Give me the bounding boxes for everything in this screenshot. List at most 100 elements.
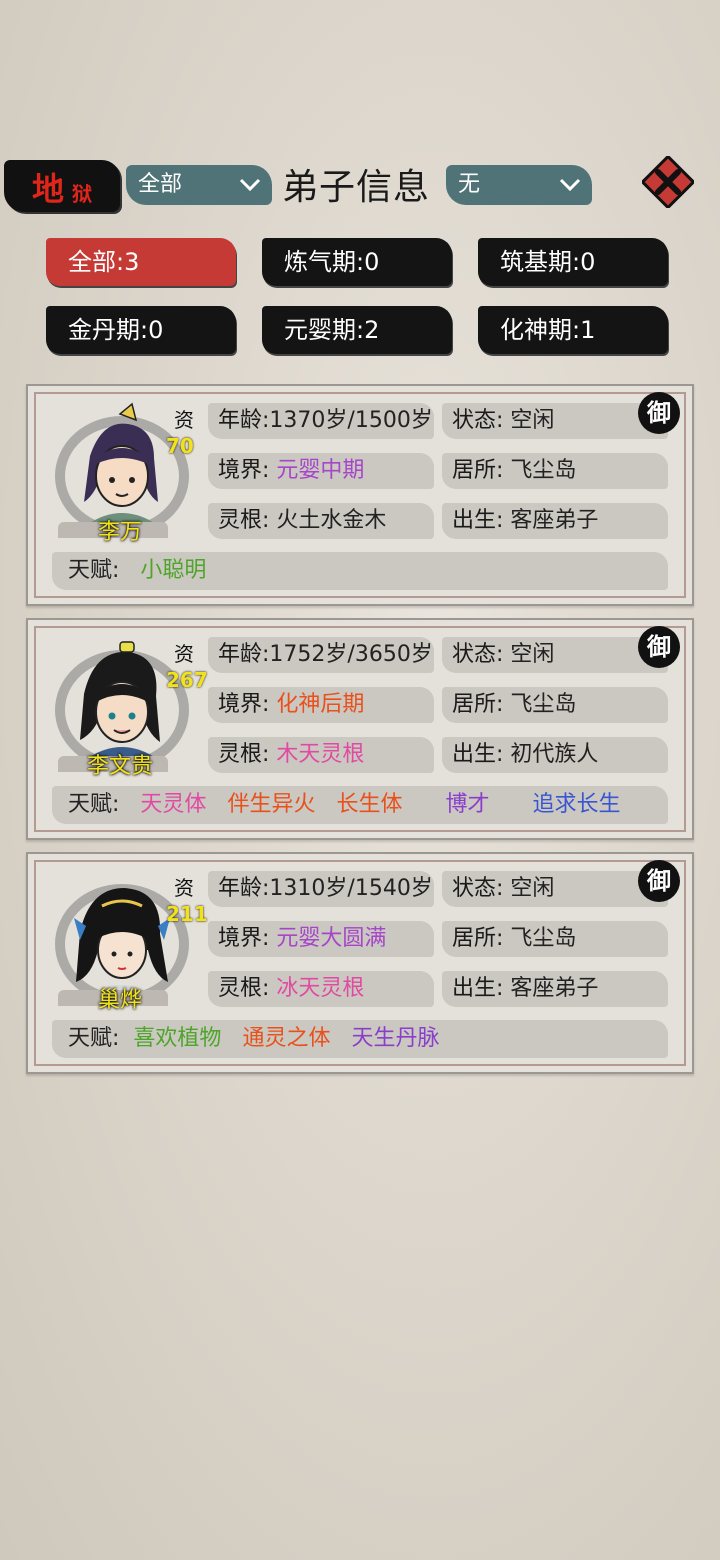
seal-text: 御 bbox=[646, 633, 671, 661]
status-field: 状态: 空闲 bbox=[442, 637, 668, 673]
origin-field: 出生: 客座弟子 bbox=[442, 503, 668, 539]
status-label: 状态: bbox=[452, 642, 504, 667]
talent-tag[interactable]: 通灵之体 bbox=[242, 1026, 330, 1051]
category-filter-dropdown[interactable]: 全部 bbox=[126, 165, 272, 205]
aptitude-value: 70 bbox=[166, 434, 194, 458]
age-field: 年龄:1752岁/3650岁 bbox=[208, 637, 434, 673]
origin-value: 初代族人 bbox=[510, 742, 599, 767]
realm-field: 境界: 元婴中期 bbox=[208, 453, 434, 489]
talent-bar: 天赋: 小聪明 bbox=[52, 552, 668, 590]
status-label: 状态: bbox=[452, 408, 504, 433]
difficulty-big-text: 地 bbox=[32, 170, 65, 208]
aptitude-value: 211 bbox=[166, 902, 208, 926]
seal-icon[interactable]: 御 bbox=[636, 858, 682, 904]
disciple-card[interactable]: 资 70 李万 年龄:1370岁/1500岁 状态: 空闲 境界: 元婴中期 居… bbox=[26, 384, 694, 606]
root-label: 灵根: bbox=[218, 508, 270, 533]
age-label: 年龄: bbox=[218, 408, 270, 433]
tab-all[interactable]: 全部:3 bbox=[46, 238, 236, 286]
realm-label: 境界: bbox=[218, 926, 270, 951]
realm-field: 境界: 元婴大圆满 bbox=[208, 921, 434, 957]
origin-field: 出生: 初代族人 bbox=[442, 737, 668, 773]
disciple-card[interactable]: 资 267 李文贵 年龄:1752岁/3650岁 状态: 空闲 境界: 化神后期… bbox=[26, 618, 694, 840]
talent-label: 天赋: bbox=[68, 792, 120, 817]
disciple-name: 李文贵 bbox=[86, 754, 153, 779]
residence-field: 居所: 飞尘岛 bbox=[442, 453, 668, 489]
disciple-name: 巢烨 bbox=[97, 988, 142, 1013]
seal-icon[interactable]: 御 bbox=[636, 390, 682, 436]
close-icon bbox=[640, 154, 696, 210]
root-label: 灵根: bbox=[218, 742, 270, 767]
residence-value: 飞尘岛 bbox=[510, 458, 577, 483]
aptitude-label: 资 bbox=[174, 642, 194, 666]
talent-tag[interactable]: 喜欢植物 bbox=[133, 1026, 221, 1051]
origin-field: 出生: 客座弟子 bbox=[442, 971, 668, 1007]
status-field: 状态: 空闲 bbox=[442, 871, 668, 907]
realm-value: 化神后期 bbox=[276, 692, 365, 717]
talent-tag[interactable]: 追求长生 bbox=[532, 792, 620, 817]
residence-field: 居所: 飞尘岛 bbox=[442, 921, 668, 957]
residence-value: 飞尘岛 bbox=[510, 926, 577, 951]
talent-tag[interactable]: 小聪明 bbox=[140, 558, 206, 583]
root-field: 灵根: 木天灵根 bbox=[208, 737, 434, 773]
close-button[interactable] bbox=[640, 154, 696, 210]
seal-icon[interactable]: 御 bbox=[636, 624, 682, 670]
origin-value: 客座弟子 bbox=[510, 508, 599, 533]
tab-foundation[interactable]: 筑基期:0 bbox=[478, 238, 668, 286]
page-title: 弟子信息 bbox=[282, 167, 431, 208]
origin-label: 出生: bbox=[452, 976, 504, 1001]
status-label: 状态: bbox=[452, 876, 504, 901]
tab-nascent-soul[interactable]: 元婴期:2 bbox=[262, 306, 452, 354]
aptitude-label: 资 bbox=[174, 876, 194, 900]
root-value: 冰天灵根 bbox=[276, 976, 365, 1001]
tab-golden-core[interactable]: 金丹期:0 bbox=[46, 306, 236, 354]
residence-label: 居所: bbox=[452, 926, 504, 951]
realm-label: 境界: bbox=[218, 458, 270, 483]
talent-tag[interactable]: 博才 bbox=[445, 792, 489, 817]
seal-text: 御 bbox=[646, 867, 671, 895]
age-label: 年龄: bbox=[218, 876, 270, 901]
talent-tag[interactable]: 天生丹脉 bbox=[351, 1026, 439, 1051]
age-field: 年龄:1310岁/1540岁 bbox=[208, 871, 434, 907]
origin-value: 客座弟子 bbox=[510, 976, 599, 1001]
tab-qi-refining[interactable]: 炼气期:0 bbox=[262, 238, 452, 286]
status-value: 空闲 bbox=[510, 876, 555, 901]
tab-deity-transform[interactable]: 化神期:1 bbox=[478, 306, 668, 354]
root-value: 火土水金木 bbox=[276, 508, 387, 533]
chevron-down-icon bbox=[238, 165, 262, 219]
root-field: 灵根: 冰天灵根 bbox=[208, 971, 434, 1007]
residence-field: 居所: 飞尘岛 bbox=[442, 687, 668, 723]
origin-label: 出生: bbox=[452, 508, 504, 533]
difficulty-badge[interactable]: 地 狱 bbox=[4, 160, 120, 212]
status-value: 空闲 bbox=[510, 642, 555, 667]
root-label: 灵根: bbox=[218, 976, 270, 1001]
disciple-card[interactable]: 资 211 巢烨 年龄:1310岁/1540岁 状态: 空闲 境界: 元婴大圆满… bbox=[26, 852, 694, 1074]
status-field: 状态: 空闲 bbox=[442, 403, 668, 439]
residence-label: 居所: bbox=[452, 692, 504, 717]
talent-bar: 天赋: 喜欢植物 通灵之体 天生丹脉 bbox=[52, 1020, 668, 1058]
realm-value: 元婴大圆满 bbox=[276, 926, 387, 951]
disciple-name: 李万 bbox=[97, 520, 142, 545]
age-value: 1752岁/3650岁 bbox=[269, 642, 433, 667]
age-value: 1310岁/1540岁 bbox=[269, 876, 433, 901]
aptitude-label: 资 bbox=[174, 408, 194, 432]
realm-value: 元婴中期 bbox=[276, 458, 365, 483]
realm-field: 境界: 化神后期 bbox=[208, 687, 434, 723]
age-label: 年龄: bbox=[218, 642, 270, 667]
secondary-filter-dropdown[interactable]: 无 bbox=[446, 165, 592, 205]
talent-label: 天赋: bbox=[68, 558, 120, 583]
talent-tag[interactable]: 长生体 bbox=[336, 792, 402, 817]
age-value: 1370岁/1500岁 bbox=[269, 408, 433, 433]
root-value: 木天灵根 bbox=[276, 742, 365, 767]
chevron-down-icon bbox=[558, 165, 582, 219]
residence-value: 飞尘岛 bbox=[510, 692, 577, 717]
age-field: 年龄:1370岁/1500岁 bbox=[208, 403, 434, 439]
aptitude-value: 267 bbox=[166, 668, 208, 692]
talent-tag[interactable]: 天灵体 bbox=[140, 792, 206, 817]
talent-tag[interactable]: 伴生异火 bbox=[227, 792, 315, 817]
secondary-filter-value: 无 bbox=[458, 172, 481, 197]
category-filter-value: 全部 bbox=[138, 172, 183, 197]
realm-label: 境界: bbox=[218, 692, 270, 717]
difficulty-small-text: 狱 bbox=[72, 182, 92, 206]
talent-label: 天赋: bbox=[68, 1026, 120, 1051]
status-value: 空闲 bbox=[510, 408, 555, 433]
